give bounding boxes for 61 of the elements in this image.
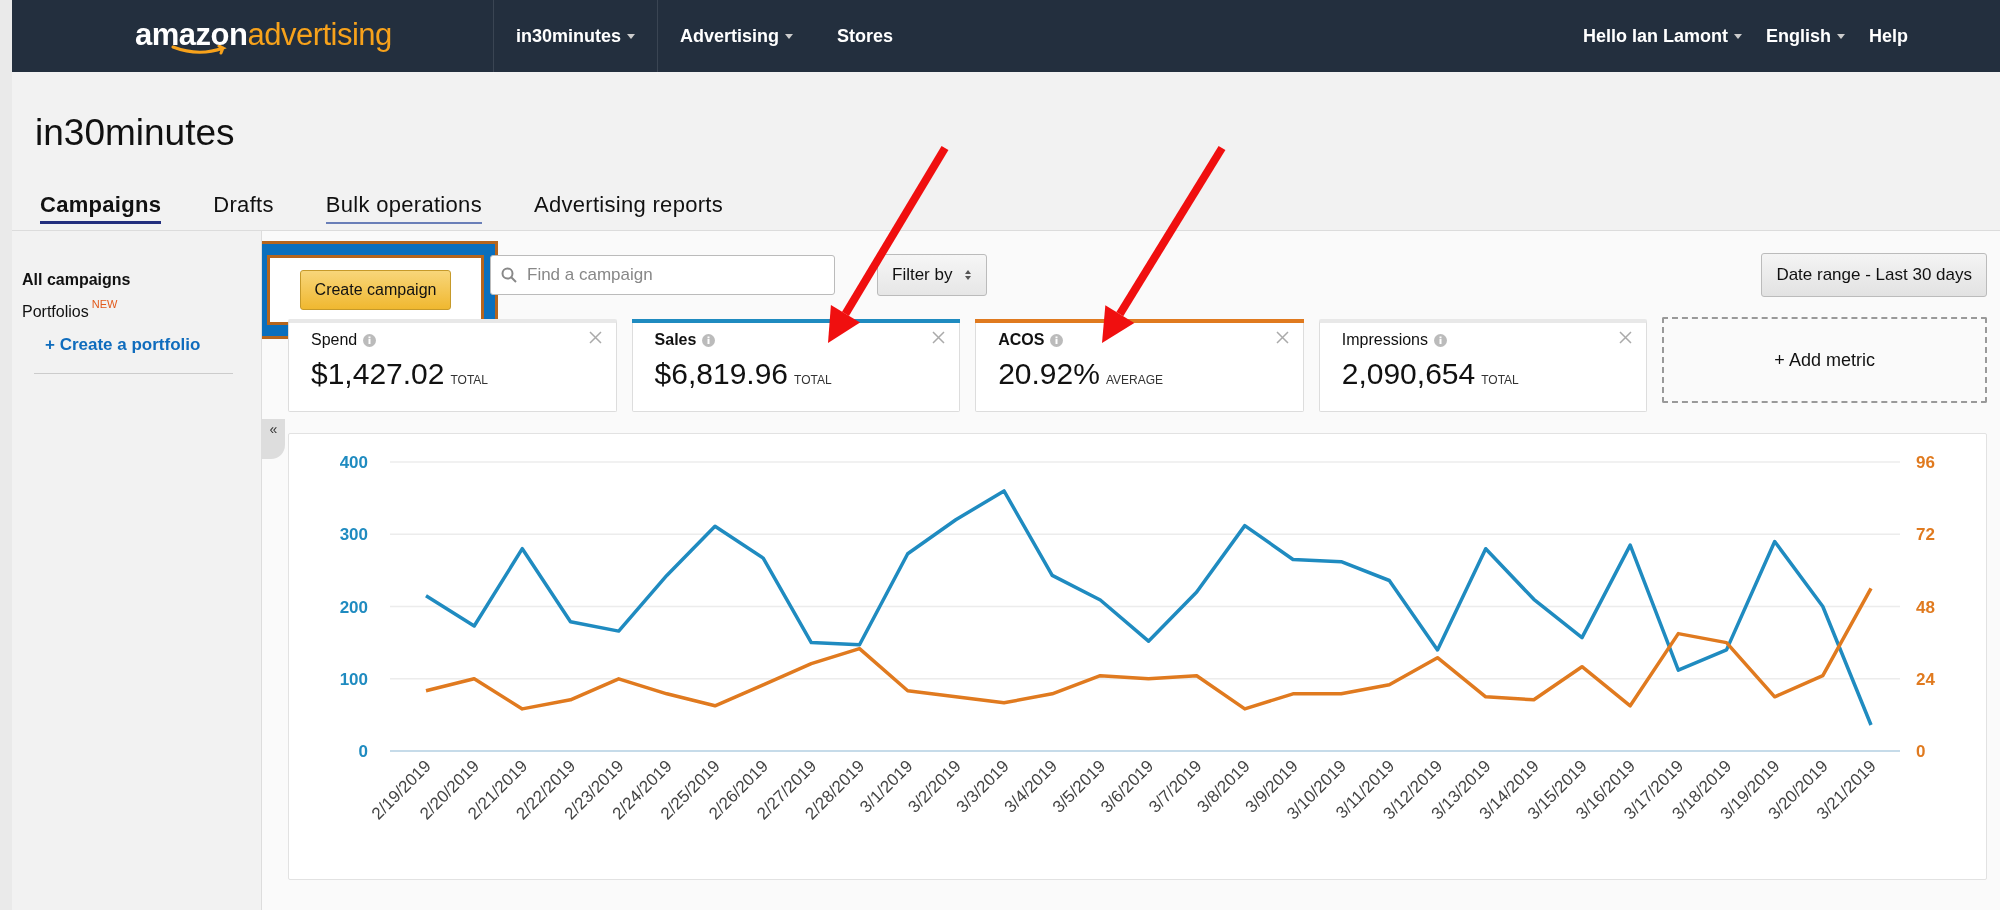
metric-value: $1,427.02 [311, 357, 445, 391]
axis-tick-label: 24 [1916, 669, 1935, 689]
axis-tick-label: 100 [339, 669, 368, 689]
nav-menu-item[interactable]: English [1753, 0, 1857, 72]
metric-unit: AVERAGE [1105, 373, 1164, 387]
metric-card[interactable]: Sales $6,819.96 TOTAL [631, 319, 961, 412]
metric-unit: TOTAL [450, 373, 489, 387]
search-icon [501, 267, 517, 283]
metric-unit: TOTAL [1481, 373, 1519, 387]
search-field[interactable]: Find a campaign [490, 255, 835, 295]
info-icon [1050, 333, 1064, 347]
metric-value: $6,819.96 [654, 357, 789, 391]
close-icon[interactable] [1619, 331, 1633, 344]
metric-card[interactable]: Impressions 2,090,654 TOTAL [1318, 319, 1648, 412]
caret-icon [785, 33, 794, 39]
caret-icon [1733, 33, 1742, 39]
metric-unit: TOTAL [794, 373, 832, 387]
axis-tick-label: 96 [1916, 453, 1935, 472]
info-icon [1434, 333, 1447, 347]
nav-menu-item[interactable]: Advertising [657, 0, 816, 72]
tab[interactable]: Drafts [213, 192, 274, 224]
new-label: NEW [91, 298, 118, 310]
nav-menu-item[interactable]: in30minutes [493, 0, 658, 72]
axis-tick-label: 0 [1916, 742, 1926, 761]
info-icon [702, 333, 716, 347]
filter-dropdown[interactable]: Filter by [877, 254, 988, 296]
axis-tick-label: 0 [358, 742, 368, 761]
caret-icon [627, 33, 636, 39]
nav-menu-item[interactable]: Stores [815, 0, 916, 72]
add-metric-button[interactable]: + Add metric [1662, 317, 1987, 403]
nav-menu-item[interactable]: Help [1857, 0, 1920, 72]
create-campaign-button[interactable]: Create campaign [299, 270, 452, 310]
logo-text[interactable]: amazonadvertising [135, 17, 425, 53]
sort-arrows-icon [964, 269, 973, 281]
axis-tick-label: 200 [339, 597, 368, 617]
nav-menu-item[interactable]: Hello Ian Lamont [1570, 0, 1754, 72]
axis-tick-label: 72 [1916, 525, 1935, 545]
tab[interactable]: Advertising reports [533, 192, 724, 224]
close-icon[interactable] [932, 331, 946, 344]
date-range-button[interactable]: Date range - Last 30 days [1761, 253, 1987, 297]
axis-tick-label: 48 [1916, 597, 1935, 617]
metric-card[interactable]: ACOS 20.92% AVERAGE [975, 319, 1304, 412]
metric-name: Sales [654, 331, 697, 349]
axis-tick-label: 400 [339, 453, 368, 472]
tab[interactable]: Campaigns [40, 192, 162, 224]
metric-name: Spend [311, 331, 358, 349]
close-icon[interactable] [1275, 331, 1289, 344]
metric-name: Impressions [1341, 331, 1428, 349]
tab[interactable]: Bulk operations [325, 192, 482, 224]
close-icon[interactable] [588, 331, 602, 344]
axis-tick-label: 300 [339, 525, 368, 545]
page-title: in30minutes [34, 111, 236, 155]
metric-name: ACOS [998, 331, 1045, 349]
metric-card[interactable]: Spend $1,427.02 TOTAL [288, 319, 617, 412]
info-icon [363, 333, 377, 347]
metric-value: 20.92% [998, 357, 1100, 391]
caret-icon [1837, 33, 1845, 39]
metric-value: 2,090,654 [1341, 357, 1476, 391]
sidebar-item[interactable]: All campaigns [22, 271, 261, 289]
collapse-button[interactable]: « [262, 419, 285, 459]
create-portfolio-link[interactable]: + Create a portfolio [45, 335, 201, 355]
